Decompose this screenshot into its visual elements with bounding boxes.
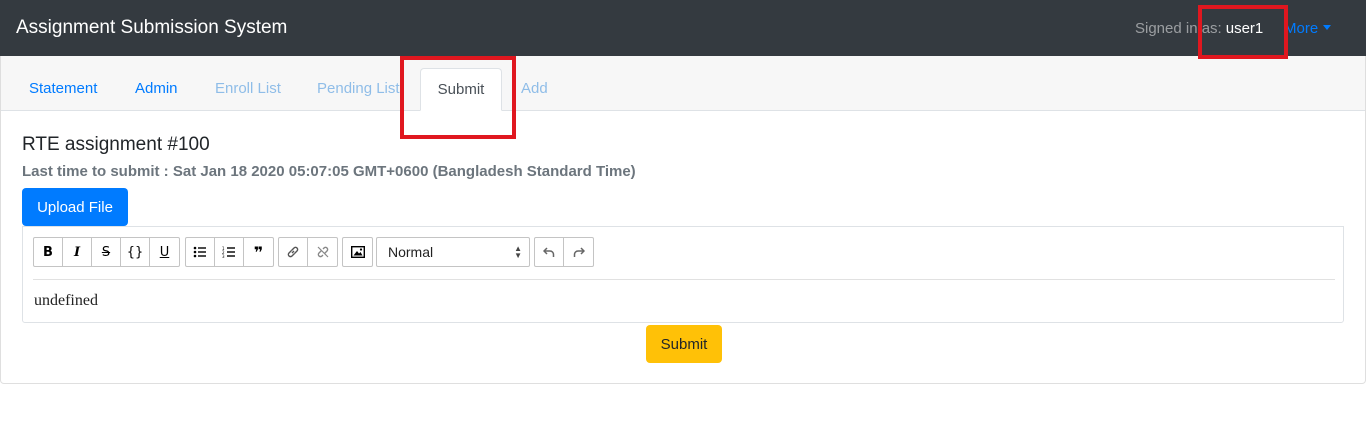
list-group: 123 ❞ — [185, 237, 274, 267]
assignment-card: Statement Admin Enroll List Pending List… — [0, 56, 1366, 384]
image-group — [342, 237, 373, 267]
editor-divider — [33, 279, 1335, 280]
rich-text-editor: B I S {} U 123 ❞ Normal ▲ ▼ undefined — [22, 226, 1344, 323]
format-group: B I S {} U — [33, 237, 180, 267]
link-group — [278, 237, 338, 267]
signed-in-status: Signed in as: user1 — [1135, 19, 1263, 39]
underline-icon[interactable]: U — [150, 238, 179, 266]
format-select[interactable]: Normal ▲ ▼ — [376, 237, 530, 267]
assignment-title: RTE assignment #100 — [22, 134, 210, 155]
tab-admin[interactable]: Admin — [135, 79, 178, 99]
italic-icon[interactable]: I — [63, 238, 92, 266]
link-icon[interactable] — [279, 238, 308, 266]
svg-text:3: 3 — [222, 254, 225, 258]
format-select-value: Normal — [388, 244, 434, 260]
unlink-icon[interactable] — [308, 238, 337, 266]
caret-down-icon — [1323, 25, 1332, 30]
select-arrows-icon: ▲ ▼ — [514, 244, 522, 260]
undo-icon[interactable] — [535, 238, 564, 266]
ordered-list-icon[interactable]: 123 — [215, 238, 244, 266]
navbar: Assignment Submission System Signed in a… — [0, 0, 1366, 56]
tab-statement[interactable]: Statement — [29, 79, 97, 99]
brand-title[interactable]: Assignment Submission System — [16, 16, 287, 40]
bullet-list-icon[interactable] — [186, 238, 215, 266]
more-dropdown[interactable]: More — [1284, 19, 1332, 39]
history-group — [534, 237, 594, 267]
username: user1 — [1225, 20, 1264, 37]
strike-icon[interactable]: S — [92, 238, 121, 266]
tab-bar: Statement Admin Enroll List Pending List… — [1, 56, 1365, 111]
image-icon[interactable] — [343, 238, 372, 266]
signed-in-label: Signed in as: — [1135, 20, 1222, 37]
tab-pending-list[interactable]: Pending List — [317, 79, 400, 99]
upload-file-button[interactable]: Upload File — [22, 188, 128, 226]
submit-button[interactable]: Submit — [646, 325, 722, 363]
bold-icon[interactable]: B — [34, 238, 63, 266]
tab-enroll-list[interactable]: Enroll List — [215, 79, 281, 99]
deadline-text: Last time to submit : Sat Jan 18 2020 05… — [22, 163, 636, 180]
tab-add[interactable]: Add — [521, 79, 548, 99]
code-icon[interactable]: {} — [121, 238, 150, 266]
tab-submit[interactable]: Submit — [420, 68, 502, 111]
redo-icon[interactable] — [564, 238, 593, 266]
blockquote-icon[interactable]: ❞ — [244, 238, 273, 266]
more-label: More — [1284, 20, 1319, 37]
editor-content[interactable]: undefined — [34, 292, 98, 310]
